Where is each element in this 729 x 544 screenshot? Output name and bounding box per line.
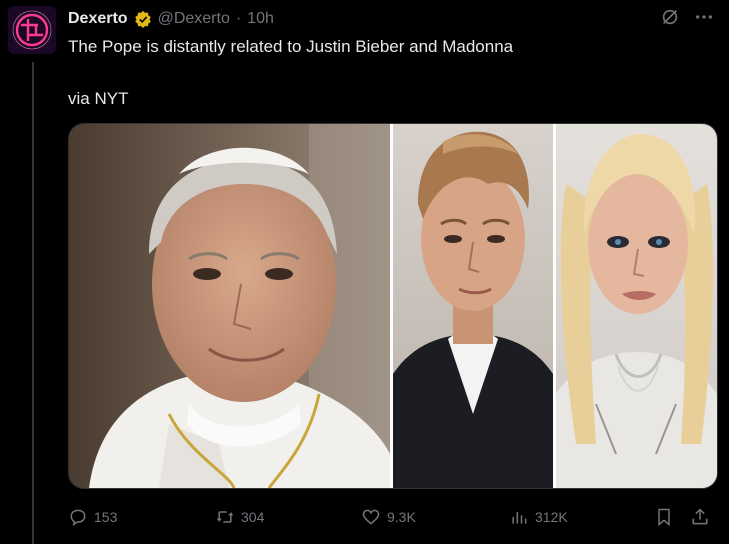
views-icon [512,512,527,524]
avatar[interactable] [8,6,56,54]
post-text-line: The Pope is distantly related to Justin … [68,37,514,56]
post-header: Dexerto @Dexerto · 10h [68,8,668,30]
more-options-icon[interactable] [693,6,715,28]
repost-icon [216,511,234,523]
thread-line [32,62,34,544]
repost-button[interactable]: 304 [215,507,264,527]
dexerto-logo-icon [8,6,56,54]
action-bar: 153 304 9.3K 312K [68,504,716,530]
post-media[interactable] [68,123,718,489]
like-count: 9.3K [387,509,416,525]
author-handle[interactable]: @Dexerto [158,10,230,28]
grok-icon[interactable] [659,6,681,28]
pope-portrait-image [69,124,390,488]
reply-icon [70,509,86,527]
post-text-source: via NYT [68,89,129,108]
verified-badge-icon [134,10,151,28]
views-count: 312K [535,509,568,525]
separator-dot: · [235,10,242,27]
post-text: The Pope is distantly related to Justin … [68,36,708,110]
bieber-portrait-image [393,124,553,488]
madonna-portrait-image [556,124,717,488]
media-panel-bieber[interactable] [393,124,553,488]
reply-button[interactable]: 153 [68,507,117,527]
share-button[interactable] [690,507,710,527]
top-actions [659,6,715,28]
share-icon [692,508,708,525]
bookmark-icon [658,508,670,527]
like-icon [362,509,380,525]
author-name[interactable]: Dexerto [68,10,128,28]
media-panel-pope[interactable] [69,124,390,488]
reply-count: 153 [94,509,118,525]
media-panel-madonna[interactable] [556,124,717,488]
bookmark-button[interactable] [654,507,674,527]
like-button[interactable]: 9.3K [361,507,416,527]
post-time[interactable]: 10h [247,10,274,28]
repost-count: 304 [241,509,265,525]
views-button[interactable]: 312K [509,507,568,527]
